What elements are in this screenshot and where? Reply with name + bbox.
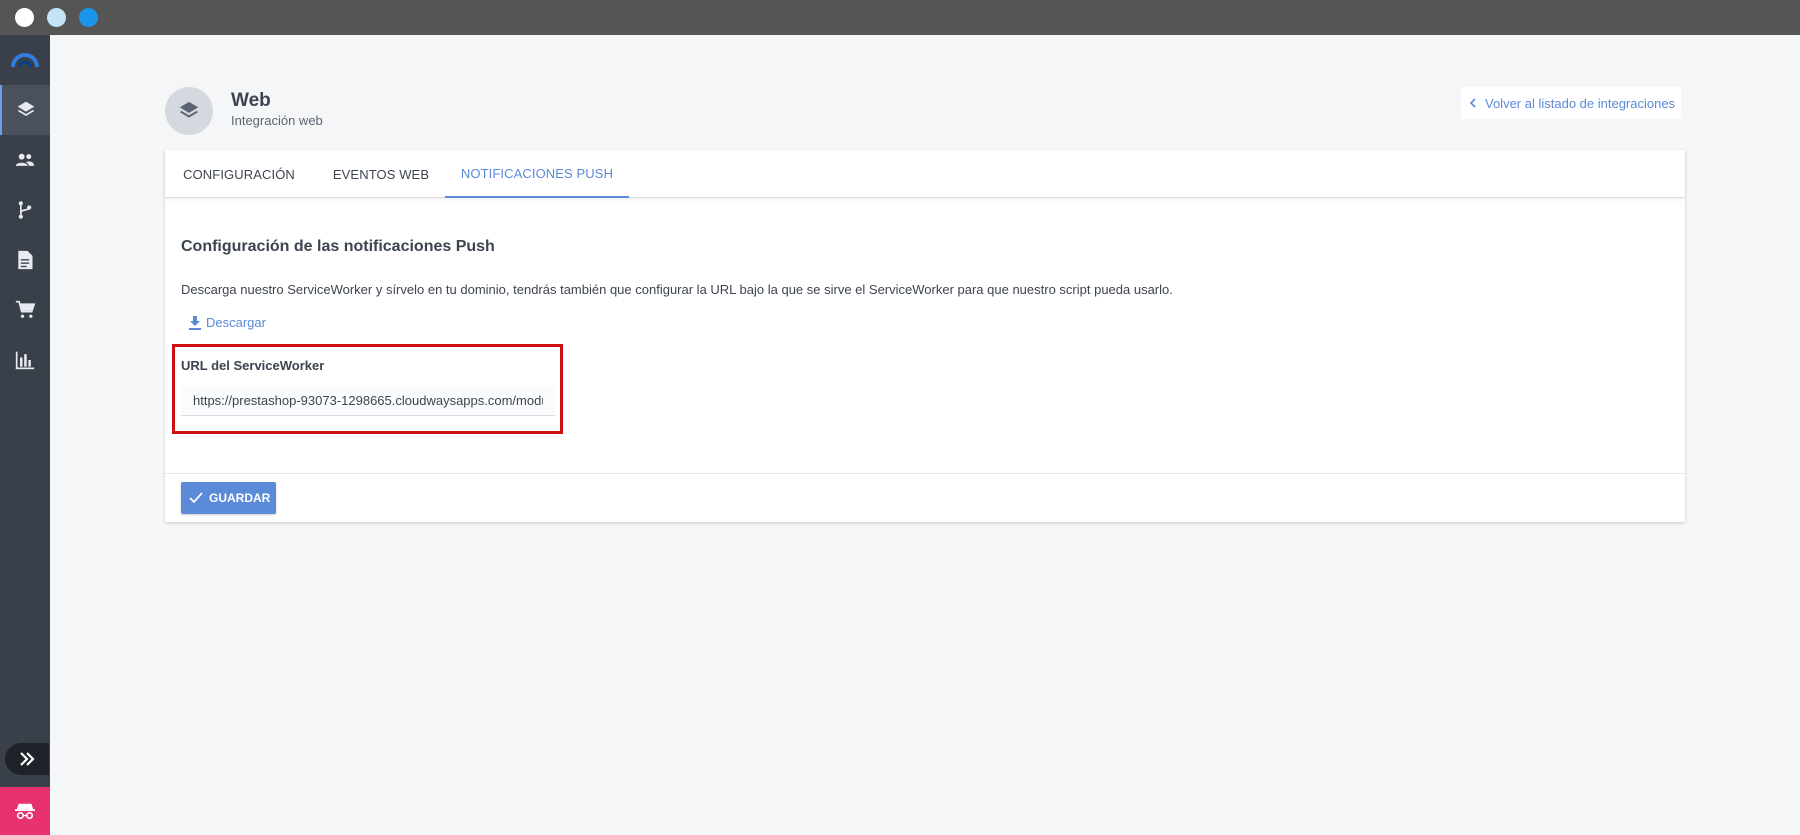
sidebar-item-analytics[interactable] [0, 335, 50, 385]
section-title: Configuración de las notificaciones Push [181, 238, 495, 255]
app-logo-icon[interactable] [0, 45, 50, 75]
back-to-integrations-link[interactable]: Volver al listado de integraciones [1461, 87, 1682, 119]
sidebar-item-integrations[interactable] [0, 85, 50, 135]
serviceworker-url-input[interactable] [181, 386, 555, 416]
download-icon [189, 315, 201, 330]
sidebar-item-ecommerce[interactable] [0, 285, 50, 335]
page-title: Web [231, 90, 271, 111]
sidebar-expand-button[interactable] [5, 743, 49, 775]
save-button[interactable]: GUARDAR [181, 482, 277, 514]
download-serviceworker-link[interactable]: Descargar [189, 315, 266, 330]
window-control-close[interactable] [15, 8, 34, 27]
branch-icon [18, 201, 32, 219]
integration-icon [165, 87, 213, 135]
layers-icon [17, 101, 35, 116]
window-titlebar [0, 0, 1800, 35]
sidebar-item-users[interactable] [0, 135, 50, 185]
sidebar-item-flows[interactable] [0, 185, 50, 235]
window-control-minimize[interactable] [47, 8, 66, 27]
tab-bar: CONFIGURACIÓN EVENTOS WEB NOTIFICACIONES… [165, 150, 1685, 198]
page-subtitle: Integración web [231, 113, 323, 128]
incognito-button[interactable] [0, 787, 50, 835]
chevron-left-icon [1469, 98, 1476, 108]
tab-eventos-web[interactable]: EVENTOS WEB [313, 150, 449, 198]
back-link-label: Volver al listado de integraciones [1485, 95, 1676, 111]
sidebar-item-documents[interactable] [0, 235, 50, 285]
sidebar [0, 35, 50, 835]
tab-configuracion[interactable]: CONFIGURACIÓN [165, 150, 313, 198]
double-chevron-right-icon [20, 752, 35, 766]
download-label: Descargar [206, 315, 266, 330]
cart-icon [15, 300, 36, 318]
window-control-maximize[interactable] [79, 8, 98, 27]
users-icon [15, 153, 35, 166]
check-icon [189, 492, 203, 504]
document-icon [18, 250, 33, 270]
divider [165, 473, 1685, 474]
save-label: GUARDAR [209, 491, 271, 505]
layers-icon [179, 101, 199, 118]
section-description: Descarga nuestro ServiceWorker y sírvelo… [181, 282, 1173, 297]
tab-notificaciones-push[interactable]: NOTIFICACIONES PUSH [445, 150, 629, 198]
serviceworker-url-label: URL del ServiceWorker [181, 358, 325, 373]
incognito-icon [15, 803, 35, 820]
bar-chart-icon [15, 351, 35, 370]
push-settings-card: CONFIGURACIÓN EVENTOS WEB NOTIFICACIONES… [165, 150, 1685, 522]
